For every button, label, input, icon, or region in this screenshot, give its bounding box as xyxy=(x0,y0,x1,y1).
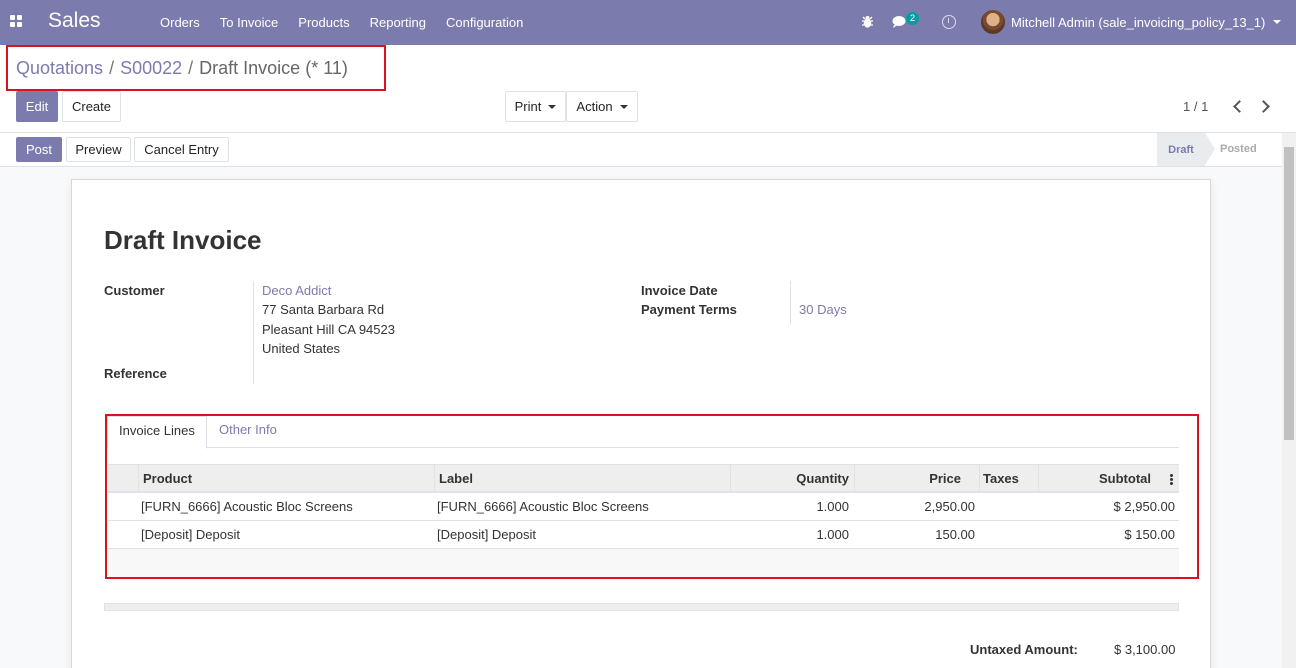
action-dropdown-button[interactable]: Action xyxy=(566,91,638,122)
messages-count-badge: 2 xyxy=(906,12,920,25)
menu-to-invoice[interactable]: To Invoice xyxy=(210,0,289,45)
field-divider xyxy=(253,281,254,384)
untaxed-amount-value: $ 3,100.00 xyxy=(1114,642,1176,657)
menu-orders[interactable]: Orders xyxy=(150,0,210,45)
post-button[interactable]: Post xyxy=(16,137,62,162)
untaxed-amount-label: Untaxed Amount: xyxy=(970,642,1078,657)
highlight-breadcrumb xyxy=(6,45,386,91)
reference-label: Reference xyxy=(104,366,167,381)
apps-menu-icon[interactable] xyxy=(10,15,23,28)
section-separator xyxy=(104,603,1179,611)
scrollbar-thumb[interactable] xyxy=(1284,147,1294,440)
status-posted[interactable]: Posted xyxy=(1220,143,1257,155)
debug-bug-icon[interactable] xyxy=(861,15,874,29)
status-draft: Draft xyxy=(1157,133,1215,166)
customer-name-link[interactable]: Deco Addict xyxy=(262,283,331,298)
payment-terms-label: Payment Terms xyxy=(641,302,737,317)
customer-address-line-2: Pleasant Hill CA 94523 xyxy=(262,322,395,337)
customer-label: Customer xyxy=(104,283,165,298)
cancel-entry-button[interactable]: Cancel Entry xyxy=(134,137,229,162)
customer-address-line-1: 77 Santa Barbara Rd xyxy=(262,302,385,317)
customer-address-line-3: United States xyxy=(262,341,341,356)
invoice-date-label: Invoice Date xyxy=(641,283,718,298)
user-avatar[interactable] xyxy=(981,10,1005,34)
vertical-scrollbar[interactable] xyxy=(1282,133,1296,668)
edit-button[interactable]: Edit xyxy=(16,91,58,122)
field-divider xyxy=(790,281,791,325)
user-menu-caret-icon[interactable] xyxy=(1273,20,1281,24)
caret-down-icon xyxy=(548,104,557,109)
invoice-title: Draft Invoice xyxy=(104,225,262,255)
create-button[interactable]: Create xyxy=(62,91,121,122)
form-statusbar: Post Preview Cancel Entry Draft Posted xyxy=(0,133,1296,167)
print-label: Print xyxy=(514,99,542,114)
menu-reporting[interactable]: Reporting xyxy=(360,0,436,45)
menu-configuration[interactable]: Configuration xyxy=(436,0,533,45)
menu-products[interactable]: Products xyxy=(288,0,359,45)
highlight-invoice-lines xyxy=(105,414,1199,579)
caret-down-icon xyxy=(619,104,628,109)
payment-terms-link[interactable]: 30 Days xyxy=(799,302,847,317)
app-name: Sales xyxy=(48,9,101,32)
pager-previous-icon[interactable] xyxy=(1233,100,1246,113)
pager-value[interactable]: 1 / 1 xyxy=(1183,99,1208,114)
activity-clock-icon[interactable] xyxy=(942,15,956,29)
pager-next-icon[interactable] xyxy=(1257,100,1270,113)
print-dropdown-button[interactable]: Print xyxy=(505,91,566,122)
top-navbar: Sales Orders To Invoice Products Reporti… xyxy=(0,0,1296,45)
action-label: Action xyxy=(576,99,613,114)
user-menu-name[interactable]: Mitchell Admin (sale_invoicing_policy_13… xyxy=(1011,15,1265,30)
main-menu: Orders To Invoice Products Reporting Con… xyxy=(150,0,533,45)
preview-button[interactable]: Preview xyxy=(66,137,131,162)
